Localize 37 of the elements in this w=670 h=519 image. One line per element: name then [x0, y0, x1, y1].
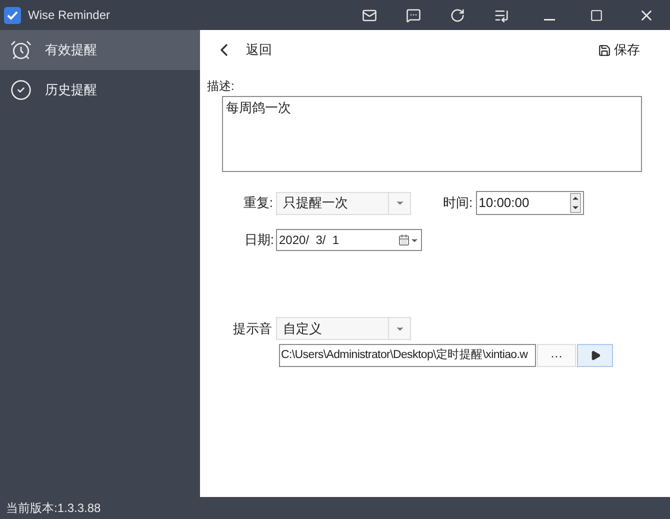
repeat-label: 重复:	[242, 194, 274, 212]
browse-button[interactable]: ···	[537, 344, 576, 367]
calendar-icon	[398, 234, 410, 246]
list-icon-button[interactable]	[494, 8, 509, 22]
sound-label: 提示音	[232, 320, 273, 338]
time-label: 时间:	[443, 194, 473, 212]
message-icon-button[interactable]	[406, 8, 421, 22]
maximize-icon	[590, 8, 603, 22]
version-text: 当前版本:1.3.3.88	[6, 500, 101, 517]
alarm-clock-icon	[10, 39, 32, 61]
refresh-icon	[450, 8, 465, 22]
play-icon	[590, 350, 600, 361]
check-circle-icon	[10, 79, 32, 101]
sound-dropdown[interactable]: 自定义	[276, 317, 411, 340]
list-icon	[494, 8, 509, 22]
app-logo-icon	[4, 6, 21, 24]
minimize-icon	[544, 19, 555, 21]
message-icon	[406, 8, 421, 22]
save-icon	[598, 44, 611, 56]
save-button[interactable]: 保存	[598, 40, 640, 60]
sound-path-field[interactable]: C:\Users\Administrator\Desktop\定时提醒\xintiao.w	[279, 344, 536, 367]
time-field[interactable]: 10:00:00	[476, 191, 584, 215]
repeat-dropdown[interactable]: 只提醒一次	[276, 192, 411, 214]
refresh-icon-button[interactable]	[450, 8, 465, 22]
play-button[interactable]	[577, 344, 613, 367]
mail-icon-button[interactable]	[362, 8, 377, 22]
window-title: Wise Reminder	[28, 7, 110, 24]
date-field[interactable]: 2020/ 3/ 1	[276, 229, 422, 251]
spin-buttons[interactable]	[570, 193, 581, 213]
back-button[interactable]: 返回	[214, 40, 272, 60]
sidebar-item[interactable]: 有效提醒	[0, 30, 200, 70]
maximize-button[interactable]	[590, 8, 603, 22]
description-label: 描述:	[207, 80, 236, 92]
sidebar-item[interactable]: 历史提醒	[0, 70, 200, 110]
mail-icon	[362, 8, 377, 22]
description-field[interactable]: 每周鸽一次	[222, 96, 642, 172]
date-label: 日期:	[243, 231, 275, 250]
